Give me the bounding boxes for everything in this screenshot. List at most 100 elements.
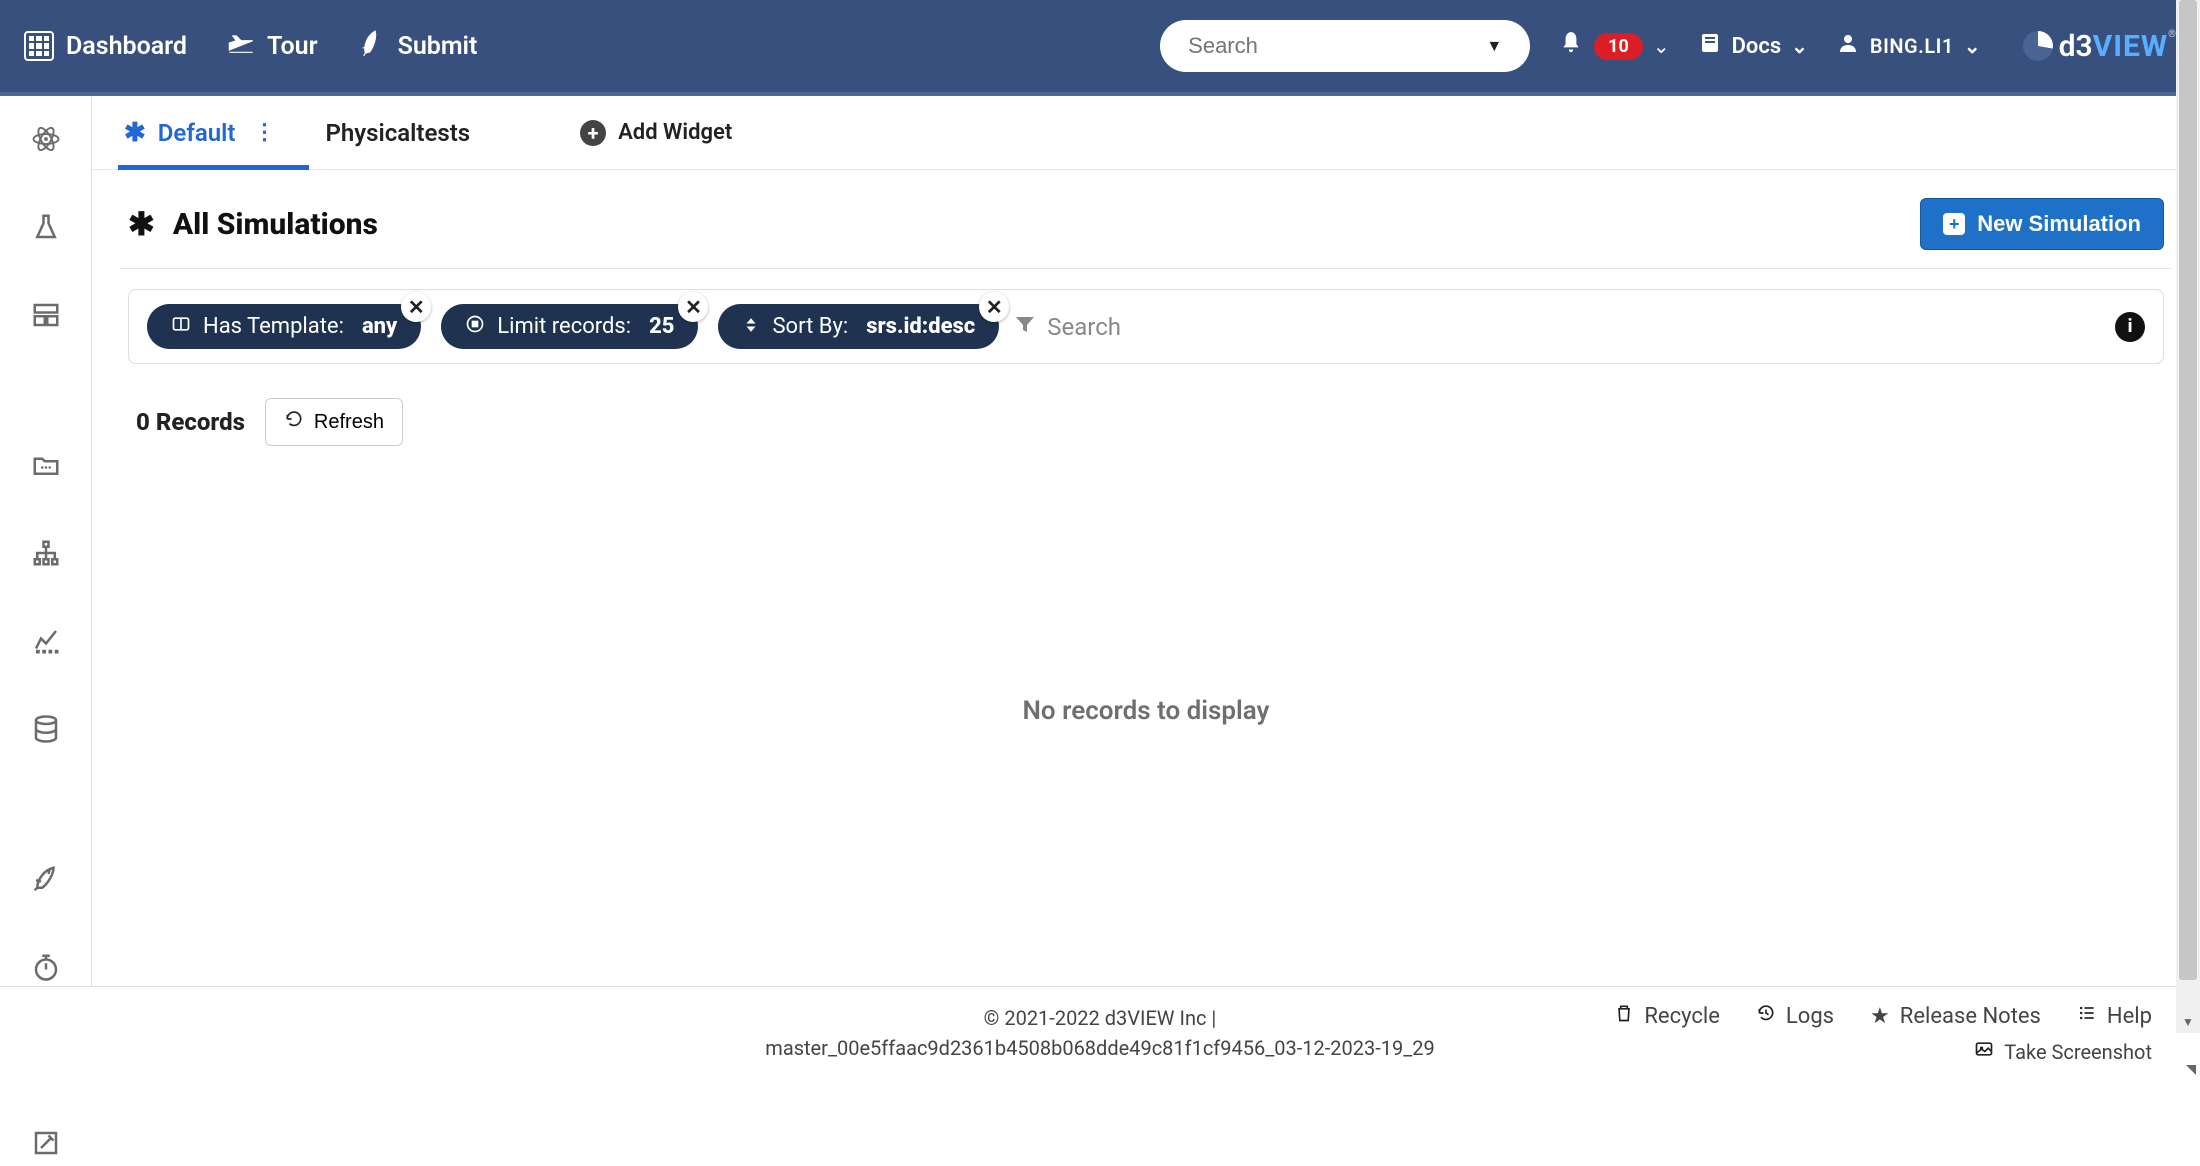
add-widget-button[interactable]: + Add Widget (580, 120, 732, 146)
logo-text: d3VIEW® (2059, 29, 2176, 64)
nav-tour-label: Tour (267, 32, 318, 61)
asterisk-icon: ✱ (128, 205, 155, 243)
image-icon (1974, 1039, 1994, 1065)
records-row: 0 Records Refresh (92, 364, 2200, 456)
nav-user[interactable]: BING.LI1 ⌄ (1836, 31, 1981, 61)
filter-chip-template[interactable]: Has Template: any ✕ (147, 304, 421, 349)
filter-chip-limit[interactable]: Limit records: 25 ✕ (441, 304, 698, 349)
page-title: All Simulations (173, 207, 378, 242)
footer-release-notes[interactable]: ★ Release Notes (1870, 1004, 2041, 1029)
bell-icon (1558, 30, 1584, 63)
layout-icon[interactable] (31, 300, 61, 338)
filter-template-value: any (362, 314, 397, 339)
add-widget-label: Add Widget (618, 120, 732, 145)
brand-logo[interactable]: d3VIEW® (2023, 29, 2176, 64)
footer-links: Recycle Logs ★ Release Notes Help (1614, 1003, 2152, 1029)
nav-submit[interactable]: Submit (358, 29, 478, 64)
sitemap-icon[interactable] (31, 538, 61, 576)
tab-default-label: Default (158, 119, 236, 147)
filter-icon[interactable] (1013, 312, 1037, 342)
asterisk-icon: ✱ (124, 118, 146, 148)
refresh-label: Refresh (314, 411, 384, 434)
footer-help[interactable]: Help (2077, 1003, 2152, 1029)
caret-down-icon[interactable]: ▼ (1486, 36, 1502, 56)
notification-badge: 10 (1594, 33, 1643, 60)
navbar-right: ▼ 10 ⌄ Docs ⌄ BING.LI1 (1160, 20, 2176, 72)
footer-copyright: © 2021-2022 d3VIEW Inc | (765, 1003, 1434, 1033)
footer-release-label: Release Notes (1900, 1004, 2041, 1029)
template-icon (171, 314, 191, 339)
empty-state: No records to display (92, 696, 2200, 726)
footer-screenshot[interactable]: Take Screenshot (1974, 1039, 2152, 1065)
chevron-down-icon: ⌄ (1653, 34, 1670, 58)
info-icon[interactable]: i (2115, 312, 2145, 342)
plus-circle-icon: + (580, 120, 606, 146)
tab-menu-icon[interactable]: ⋮ (253, 120, 275, 145)
plus-square-icon: + (1943, 213, 1965, 235)
notifications[interactable]: 10 ⌄ (1558, 30, 1669, 63)
top-navbar: Dashboard Tour Submit ▼ (0, 0, 2200, 92)
footer-recycle[interactable]: Recycle (1614, 1003, 1720, 1029)
new-simulation-button[interactable]: + New Simulation (1920, 198, 2164, 250)
atom-icon[interactable] (31, 124, 61, 162)
nav-docs[interactable]: Docs ⌄ (1698, 31, 1808, 61)
filter-bar: Has Template: any ✕ Limit records: 25 ✕ (128, 289, 2164, 364)
chart-icon[interactable] (31, 626, 61, 664)
trash-icon (1614, 1003, 1634, 1029)
refresh-button[interactable]: Refresh (265, 398, 403, 446)
nav-dashboard-label: Dashboard (66, 32, 187, 61)
flask-icon[interactable] (31, 212, 61, 250)
footer-logs[interactable]: Logs (1756, 1003, 1834, 1029)
filter-limit-value: 25 (649, 314, 674, 339)
star-icon: ★ (1870, 1004, 1890, 1029)
stop-icon (465, 314, 485, 339)
folder-group-icon[interactable] (31, 450, 61, 488)
history-icon (1756, 1003, 1776, 1029)
separator (120, 268, 2172, 269)
grid-icon (24, 31, 54, 61)
left-sidebar (0, 96, 92, 1077)
footer: © 2021-2022 d3VIEW Inc | master_00e5ffaa… (0, 986, 2200, 1077)
scrollbar[interactable]: ▲ ▼ (2176, 0, 2200, 1033)
navbar-left: Dashboard Tour Submit (24, 29, 477, 64)
chevron-down-icon: ⌄ (1791, 34, 1808, 58)
rocket-icon (354, 25, 390, 66)
footer-build: master_00e5ffaac9d2361b4508b068dde49c81f… (765, 1033, 1434, 1063)
database-icon[interactable] (31, 714, 61, 752)
footer-logs-label: Logs (1786, 1004, 1834, 1029)
nav-submit-label: Submit (398, 32, 478, 61)
tab-physicaltests[interactable]: Physicaltests (325, 96, 470, 169)
close-icon[interactable]: ✕ (401, 292, 431, 322)
rocket-side-icon[interactable] (31, 864, 61, 902)
resize-corner-icon (2186, 1065, 2196, 1075)
filter-chip-sort[interactable]: Sort By: srs.id:desc ✕ (718, 304, 999, 349)
list-icon (2077, 1003, 2097, 1029)
filter-sort-value: srs.id:desc (866, 314, 975, 339)
filter-limit-label: Limit records: (497, 314, 631, 339)
filter-template-label: Has Template: (203, 314, 344, 339)
nav-dashboard[interactable]: Dashboard (24, 31, 187, 61)
footer-recycle-label: Recycle (1644, 1004, 1720, 1029)
pie-icon (2023, 31, 2053, 61)
person-icon (1836, 31, 1860, 61)
scroll-down-icon[interactable]: ▼ (2176, 1011, 2200, 1033)
nav-docs-label: Docs (1732, 34, 1782, 59)
tab-physical-label: Physicaltests (325, 119, 470, 147)
tab-default[interactable]: ✱ Default ⋮ (124, 96, 275, 169)
search-input[interactable] (1188, 33, 1486, 59)
filter-search-placeholder[interactable]: Search (1047, 313, 1121, 341)
footer-center: © 2021-2022 d3VIEW Inc | master_00e5ffaa… (765, 1003, 1434, 1063)
footer-help-label: Help (2107, 1004, 2152, 1029)
close-icon[interactable]: ✕ (979, 292, 1009, 322)
tabs-bar: ✱ Default ⋮ Physicaltests + Add Widget (92, 96, 2200, 170)
refresh-icon (284, 409, 304, 435)
username-label: BING.LI1 (1870, 34, 1954, 58)
global-search[interactable]: ▼ (1160, 20, 1530, 72)
edit-icon[interactable] (31, 1128, 61, 1166)
page-header: ✱ All Simulations + New Simulation (92, 170, 2200, 268)
stopwatch-icon[interactable] (31, 952, 61, 990)
main-content: ✱ Default ⋮ Physicaltests + Add Widget ✱… (92, 96, 2200, 1077)
nav-tour[interactable]: Tour (227, 29, 318, 64)
close-icon[interactable]: ✕ (678, 292, 708, 322)
scroll-thumb[interactable] (2179, 0, 2197, 980)
